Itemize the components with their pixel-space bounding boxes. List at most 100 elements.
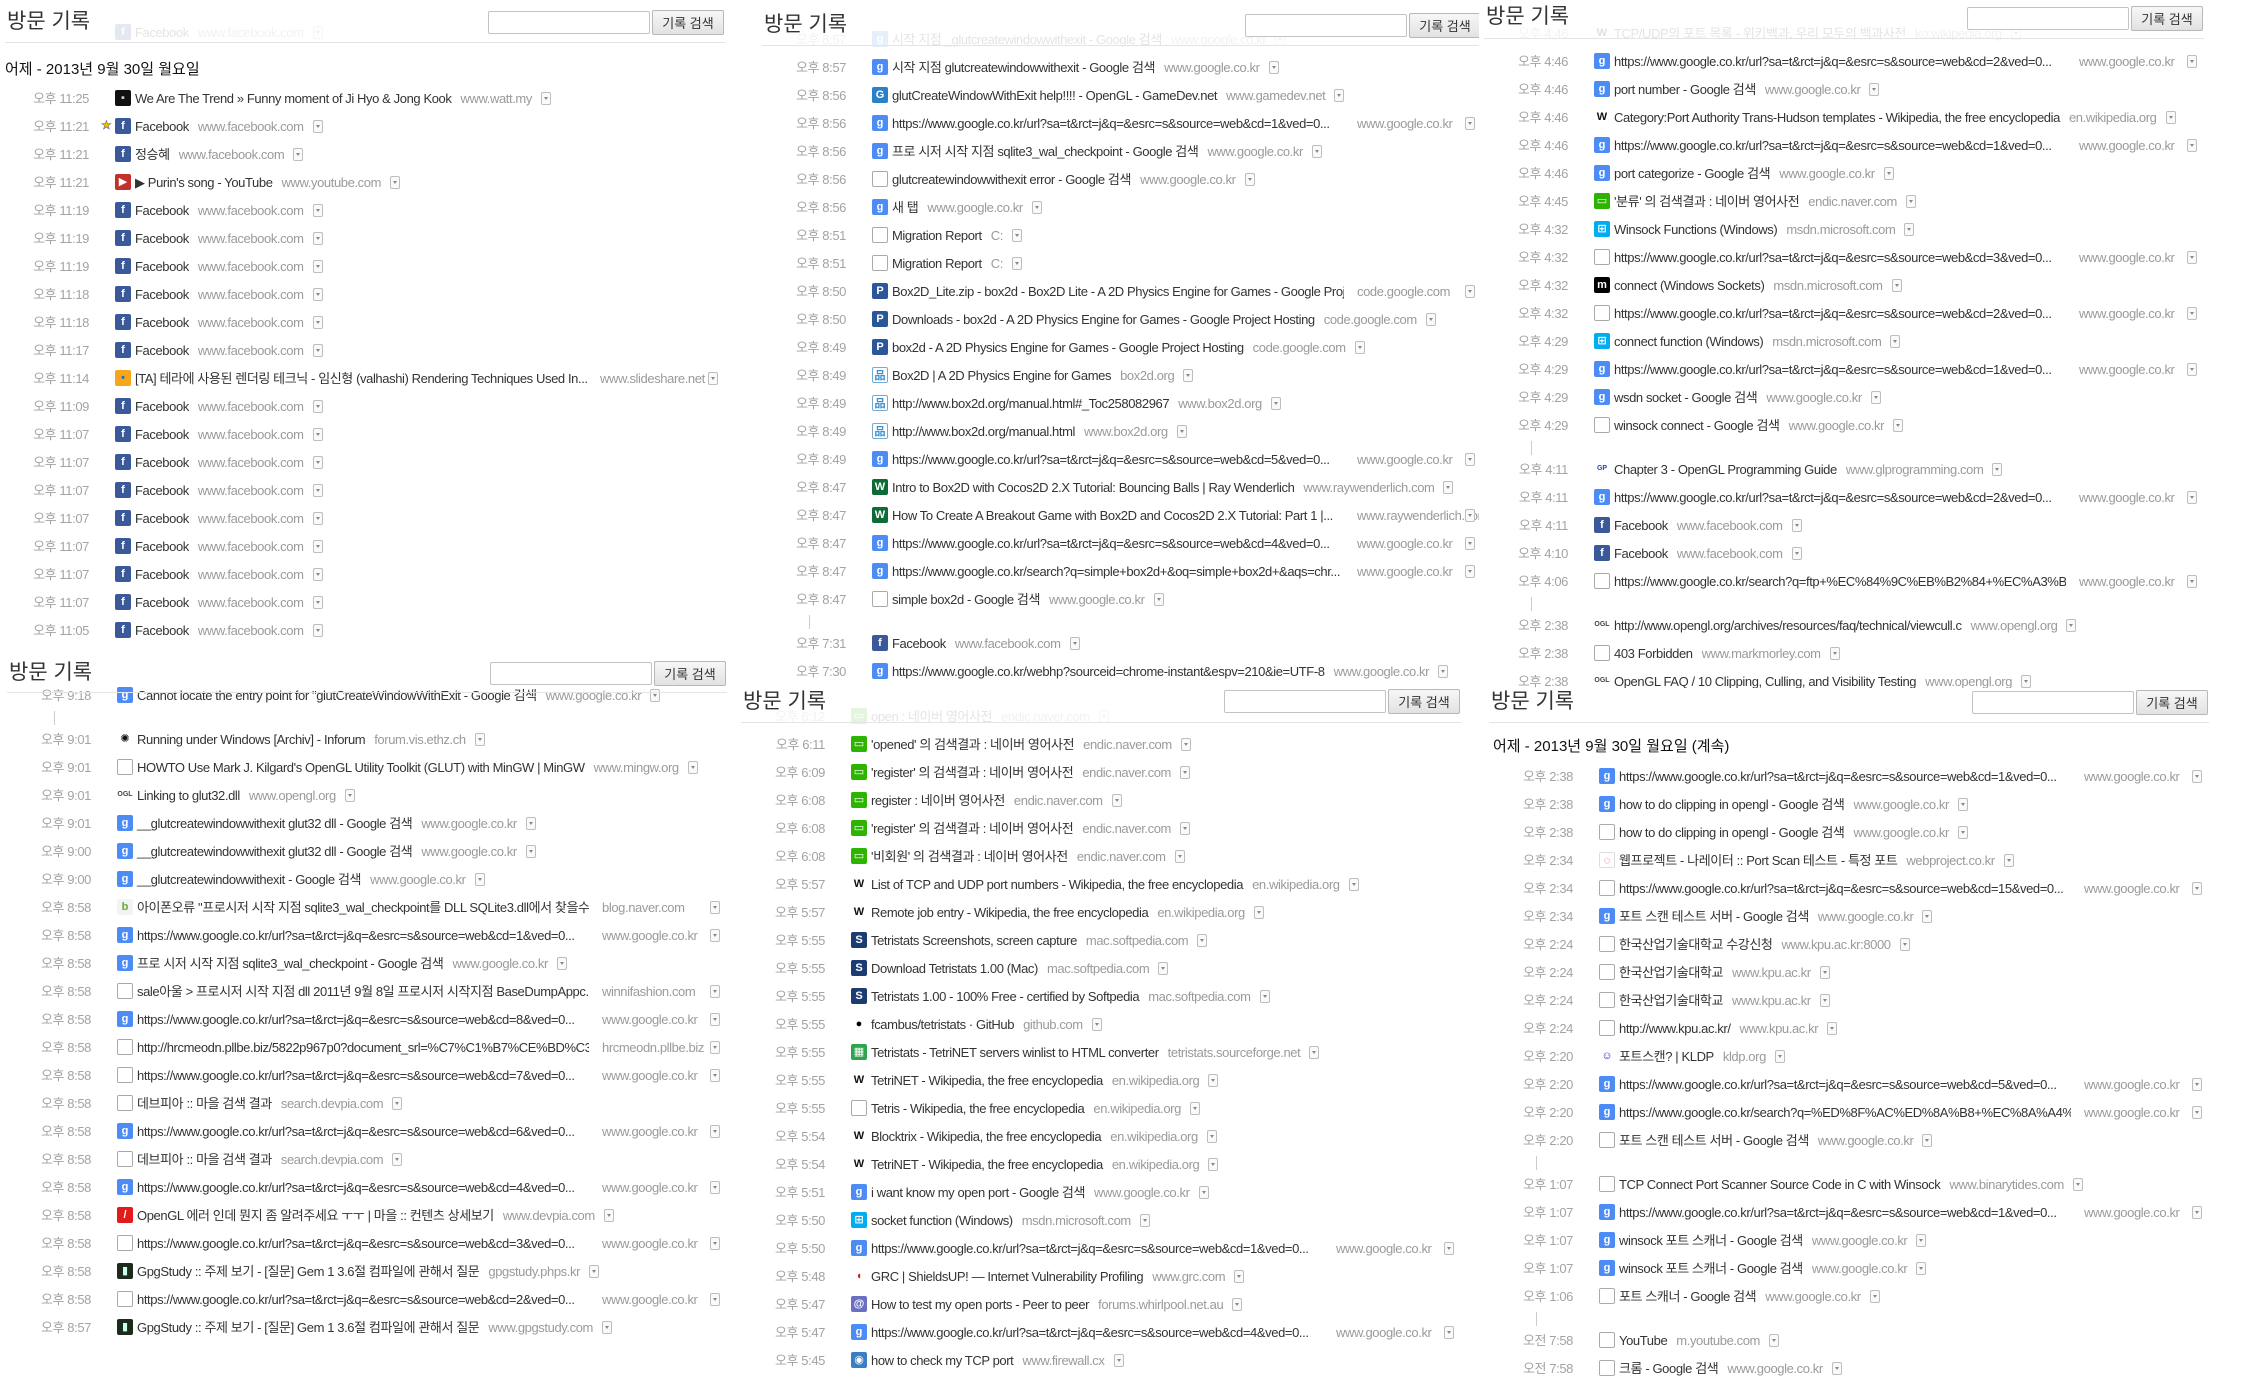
entry-domain[interactable]: en.wikipedia.org bbox=[1093, 1101, 1181, 1116]
entry-menu-dropdown-button[interactable] bbox=[1183, 369, 1194, 382]
entry-menu-dropdown-button[interactable] bbox=[1179, 766, 1190, 779]
history-entry[interactable]: 오후 4:29 ⊞ connect function (Windows) msdn.m… bbox=[1479, 327, 2219, 355]
entry-domain[interactable]: www.google.co.kr bbox=[927, 200, 1023, 215]
entry-menu-dropdown-button[interactable] bbox=[1957, 798, 1968, 811]
history-entry[interactable]: 오후 1:06 포트 스캐너 - Google 검색 www.google.co.k… bbox=[1484, 1282, 2224, 1310]
history-entry[interactable]: 오후 9:01 HOWTO Use Mark J. Kilgard's OpenG… bbox=[2, 753, 735, 781]
history-entry[interactable]: 오후 1:07 g winsock 포트 스캐너 - Google 검색 www.go… bbox=[1484, 1254, 2224, 1282]
entry-menu-dropdown-button[interactable] bbox=[2192, 882, 2202, 895]
entry-menu-dropdown-button[interactable] bbox=[1465, 285, 1475, 298]
history-entry[interactable]: 오후 11:18 f Facebook www.facebook.com bbox=[0, 280, 735, 308]
entry-menu-dropdown-button[interactable] bbox=[1891, 279, 1902, 292]
entry-domain[interactable]: www.google.co.kr bbox=[1766, 390, 1862, 405]
history-entry[interactable]: 오후 6:09 ▭ 'register' 의 검색결과 : 네이버 영어사전 endi… bbox=[736, 758, 1476, 786]
entry-title-link[interactable]: https://www.google.co.kr/url?sa=t&rct=j&… bbox=[1614, 54, 2066, 69]
entry-domain[interactable]: www.google.co.kr bbox=[2084, 1105, 2180, 1120]
history-entry[interactable]: 오후 11:07 f Facebook www.facebook.com bbox=[0, 476, 735, 504]
entry-menu-dropdown-button[interactable] bbox=[312, 568, 323, 581]
entry-menu-dropdown-button[interactable] bbox=[1311, 145, 1322, 158]
entry-title-link[interactable]: Migration Report bbox=[892, 228, 982, 243]
entry-title-link[interactable]: https://www.google.co.kr/url?sa=t&rct=j&… bbox=[1619, 1077, 2071, 1092]
search-history-button[interactable]: 기록 검색 bbox=[654, 661, 726, 686]
entry-domain[interactable]: search.devpia.com bbox=[281, 1096, 384, 1111]
entry-menu-dropdown-button[interactable] bbox=[312, 288, 323, 301]
history-entry[interactable]: 오후 8:58 g https://www.google.co.kr/url?sa=… bbox=[2, 1173, 735, 1201]
entry-menu-dropdown-button[interactable] bbox=[474, 733, 485, 746]
history-entry[interactable]: 오후 11:21 f 정승혜 www.facebook.com bbox=[0, 140, 735, 168]
entry-domain[interactable]: www.google.co.kr bbox=[602, 1180, 698, 1195]
entry-domain[interactable]: en.wikipedia.org bbox=[1252, 877, 1340, 892]
entry-menu-dropdown-button[interactable] bbox=[1011, 257, 1022, 270]
entry-title-link[interactable]: how to do clipping in opengl - Google 검색 bbox=[1619, 825, 1845, 840]
entry-title-link[interactable]: Facebook bbox=[135, 287, 189, 302]
entry-title-link[interactable]: 포트 스캐너 - Google 검색 bbox=[1619, 1289, 1757, 1304]
history-entry[interactable]: 오후 4:32 https://www.google.co.kr/url?sa=t… bbox=[1479, 299, 2219, 327]
entry-menu-dropdown-button[interactable] bbox=[1768, 1334, 1779, 1347]
entry-domain[interactable]: endic.naver.com bbox=[1083, 737, 1172, 752]
entry-domain[interactable]: www.facebook.com bbox=[198, 343, 304, 358]
entry-domain[interactable]: www.google.co.kr bbox=[602, 1236, 698, 1251]
entry-domain[interactable]: www.google.co.kr bbox=[370, 872, 466, 887]
entry-menu-dropdown-button[interactable] bbox=[1819, 966, 1830, 979]
entry-domain[interactable]: hrcmeodn.pllbe.biz bbox=[602, 1040, 704, 1055]
history-entry[interactable]: 오후 7:30 g https://www.google.co.kr/webhp?s… bbox=[757, 657, 1497, 685]
entry-menu-dropdown-button[interactable] bbox=[602, 1321, 612, 1334]
entry-menu-dropdown-button[interactable] bbox=[710, 1125, 720, 1138]
entry-domain[interactable]: www.gamedev.net bbox=[1226, 88, 1326, 103]
history-entry[interactable]: 오전 7:58 크롬 - Google 검색 www.google.co.kr bbox=[1484, 1354, 2224, 1380]
entry-domain[interactable]: m.youtube.com bbox=[1676, 1333, 1760, 1348]
entry-domain[interactable]: www.google.co.kr bbox=[1094, 1185, 1190, 1200]
entry-title-link[interactable]: 한국산업기술대학교 bbox=[1619, 965, 1723, 980]
entry-menu-dropdown-button[interactable] bbox=[2187, 363, 2197, 376]
entry-domain[interactable]: code.google.com bbox=[1357, 284, 1450, 299]
entry-domain[interactable]: www.google.co.kr bbox=[1336, 1325, 1432, 1340]
history-entry[interactable]: 오후 4:29 winsock connect - Google 검색 www.go… bbox=[1479, 411, 2219, 439]
history-entry[interactable]: 오후 8:58 https://www.google.co.kr/url?sa=t… bbox=[2, 1285, 735, 1313]
entry-menu-dropdown-button[interactable] bbox=[1893, 419, 1904, 432]
entry-domain[interactable]: www.google.co.kr bbox=[2079, 490, 2175, 505]
entry-title-link[interactable]: TetriNET - Wikipedia, the free encyclope… bbox=[871, 1157, 1103, 1172]
entry-title-link[interactable]: 'opened' 의 검색결과 : 네이버 영어사전 bbox=[871, 737, 1075, 752]
entry-title-link[interactable]: https://www.google.co.kr/url?sa=t&rct=j&… bbox=[1619, 769, 2071, 784]
entry-domain[interactable]: en.wikipedia.org bbox=[1112, 1157, 1200, 1172]
entry-menu-dropdown-button[interactable] bbox=[1869, 1290, 1880, 1303]
entry-menu-dropdown-button[interactable] bbox=[710, 1041, 720, 1054]
entry-domain[interactable]: www.facebook.com bbox=[198, 539, 304, 554]
entry-title-link[interactable]: 아이폰오류 "프로시저 시작 지점 sqlite3_wal_checkpoint… bbox=[137, 900, 589, 915]
entry-menu-dropdown-button[interactable] bbox=[1011, 229, 1022, 242]
entry-title-link[interactable]: Chapter 3 - OpenGL Programming Guide bbox=[1614, 462, 1837, 477]
entry-domain[interactable]: tetristats.sourceforge.net bbox=[1168, 1045, 1301, 1060]
entry-domain[interactable]: blog.naver.com bbox=[602, 900, 685, 915]
history-entry[interactable]: 오후 11:05 f Facebook www.facebook.com bbox=[0, 616, 735, 644]
search-history-button[interactable]: 기록 검색 bbox=[1388, 689, 1460, 714]
search-history-button[interactable]: 기록 검색 bbox=[2131, 6, 2203, 31]
entry-domain[interactable]: endic.naver.com bbox=[1808, 194, 1897, 209]
entry-title-link[interactable]: winsock 포트 스캐너 - Google 검색 bbox=[1619, 1261, 1803, 1276]
entry-domain[interactable]: www.raywenderlich.com bbox=[1303, 480, 1434, 495]
entry-title-link[interactable]: OpenGL 에러 인데 뭔지 좀 알려주세요 ㅜㅜ | 마을 :: 컨텐츠 상… bbox=[137, 1208, 494, 1223]
history-entry[interactable]: 오후 1:07 TCP Connect Port Scanner Source C… bbox=[1484, 1170, 2224, 1198]
entry-menu-dropdown-button[interactable] bbox=[603, 1209, 614, 1222]
entry-domain[interactable]: www.opengl.org bbox=[1971, 618, 2058, 633]
entry-menu-dropdown-button[interactable] bbox=[1791, 519, 1802, 532]
entry-menu-dropdown-button[interactable] bbox=[1189, 1102, 1200, 1115]
entry-domain[interactable]: www.google.co.kr bbox=[1765, 1289, 1861, 1304]
entry-title-link[interactable]: 데브피아 :: 마을 검색 결과 bbox=[137, 1096, 272, 1111]
history-entry[interactable]: 오후 4:32 https://www.google.co.kr/url?sa=t… bbox=[1479, 243, 2219, 271]
history-entry[interactable]: 오후 8:49 g https://www.google.co.kr/url?sa=… bbox=[757, 445, 1497, 473]
entry-domain[interactable]: en.wikipedia.org bbox=[1157, 905, 1245, 920]
entry-menu-dropdown-button[interactable] bbox=[1113, 1354, 1124, 1367]
history-entry[interactable]: 오후 2:38 g https://www.google.co.kr/url?sa=… bbox=[1484, 762, 2224, 790]
entry-menu-dropdown-button[interactable] bbox=[589, 1265, 599, 1278]
history-entry[interactable]: 오후 8:47 W How To Create A Breakout Game wi… bbox=[757, 501, 1497, 529]
entry-domain[interactable]: www.facebook.com bbox=[198, 567, 304, 582]
entry-domain[interactable]: www.facebook.com bbox=[198, 483, 304, 498]
entry-title-link[interactable]: https://www.google.co.kr/url?sa=t&rct=j&… bbox=[137, 1292, 589, 1307]
entry-menu-dropdown-button[interactable] bbox=[1208, 1158, 1219, 1171]
entry-menu-dropdown-button[interactable] bbox=[1916, 1234, 1927, 1247]
entry-domain[interactable]: www.binarytides.com bbox=[1949, 1177, 2064, 1192]
history-entry[interactable]: 오후 8:58 g https://www.google.co.kr/url?sa=… bbox=[2, 1005, 735, 1033]
entry-domain[interactable]: www.google.co.kr bbox=[452, 956, 548, 971]
history-entry[interactable]: 오후 8:49 品 http://www.box2d.org/manual.html… bbox=[757, 389, 1497, 417]
entry-title-link[interactable]: Linking to glut32.dll bbox=[137, 788, 240, 803]
